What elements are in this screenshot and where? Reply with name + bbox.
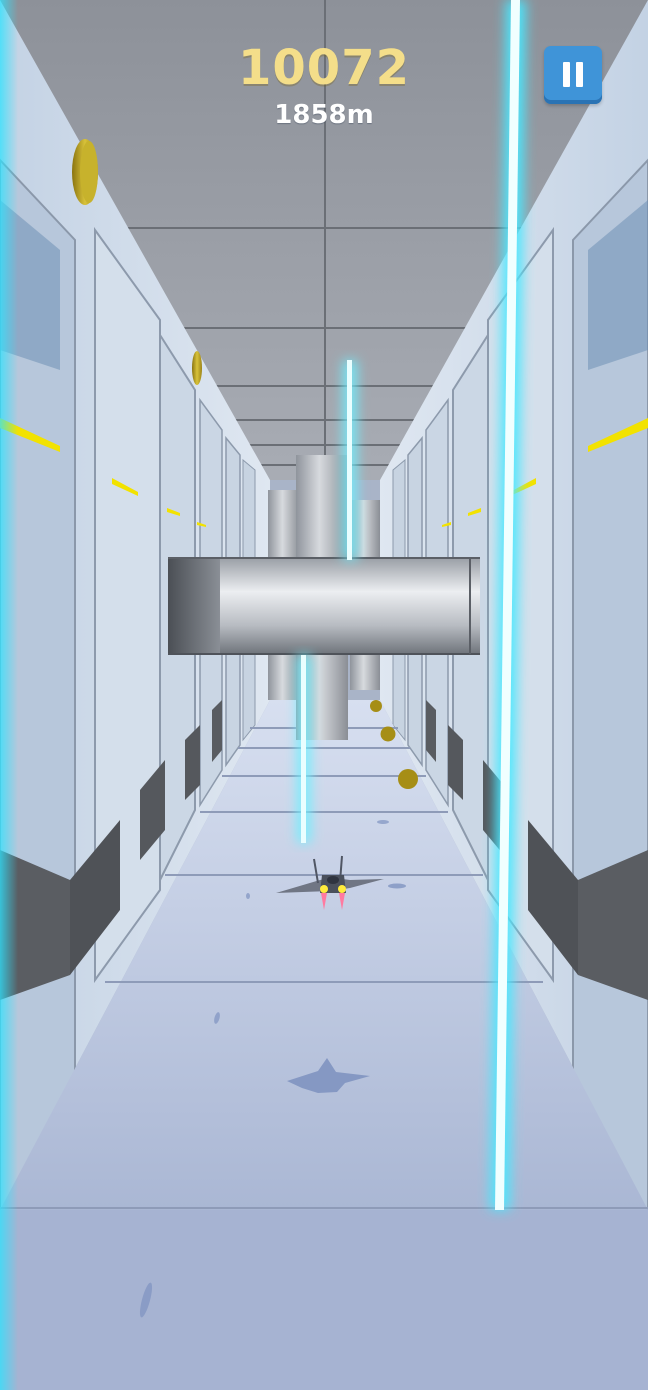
distance-display: 1858m <box>274 100 374 130</box>
coin <box>398 769 418 789</box>
pause-button[interactable] <box>544 46 602 104</box>
coin <box>370 700 382 712</box>
coin <box>380 726 396 742</box>
floor-foreground <box>0 1210 648 1390</box>
coin <box>192 351 202 385</box>
coin <box>72 139 98 205</box>
game-scene <box>0 0 648 1390</box>
laser-wall-glow-left <box>0 0 18 1390</box>
pipe-obstacle <box>168 557 480 655</box>
